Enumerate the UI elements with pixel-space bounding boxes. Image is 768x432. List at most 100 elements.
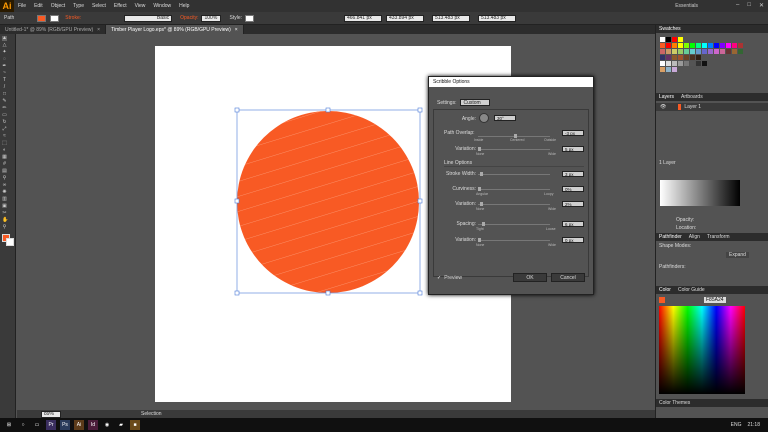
curviness-variation-field[interactable]: 2%	[562, 201, 584, 207]
minimize-icon[interactable]: –	[736, 2, 739, 9]
angle-field[interactable]: 30°	[494, 115, 516, 121]
hex-field[interactable]: F85A24	[704, 297, 726, 303]
free-transform-tool-icon[interactable]: ⬚	[2, 141, 7, 146]
path-overlap-slider[interactable]	[478, 134, 550, 138]
swatch-grid[interactable]	[660, 37, 750, 87]
stroke-width-slider[interactable]	[478, 172, 550, 176]
perspective-grid-tool-icon[interactable]: ▦	[2, 155, 7, 160]
resize-handle[interactable]	[325, 290, 331, 296]
angle-dial[interactable]	[479, 113, 489, 123]
slice-tool-icon[interactable]: ✂	[2, 211, 7, 216]
rotate-tool-icon[interactable]: ↻	[2, 120, 7, 125]
mesh-tool-icon[interactable]: #	[2, 162, 7, 167]
paintbrush-tool-icon[interactable]: ✎	[2, 99, 7, 104]
gradient-preview[interactable]	[660, 180, 740, 206]
tab-swatches[interactable]: Swatches	[659, 26, 681, 32]
graph-tool-icon[interactable]: ▥	[2, 197, 7, 202]
preview-checkbox[interactable]: ✓	[437, 275, 441, 281]
tab-pathfinder[interactable]: Pathfinder	[659, 234, 682, 240]
spacing-variation-field[interactable]: 0 px	[562, 237, 584, 243]
indesign-icon[interactable]: Id	[88, 420, 98, 430]
fill-swatch[interactable]	[37, 14, 47, 22]
resize-handle[interactable]	[234, 198, 240, 204]
preview-row[interactable]: ✓ Preview	[437, 275, 462, 281]
resize-handle[interactable]	[417, 107, 423, 113]
resize-handle[interactable]	[417, 198, 423, 204]
overlap-variation-field[interactable]: 5 px	[562, 146, 584, 152]
close-icon[interactable]: ×	[235, 27, 238, 33]
overlap-variation-slider[interactable]	[478, 147, 550, 151]
settings-dropdown[interactable]: Custom	[460, 99, 491, 106]
eyedropper-tool-icon[interactable]: ⚲	[2, 176, 7, 181]
style-swatch[interactable]	[245, 14, 254, 22]
resize-handle[interactable]	[234, 290, 240, 296]
layer-name[interactable]: Layer 1	[684, 104, 701, 110]
y-field[interactable]: 433.894 px	[386, 14, 424, 22]
stroke-label[interactable]: Stroke:	[65, 15, 81, 21]
tab-color-guide[interactable]: Color Guide	[678, 287, 705, 293]
maximize-icon[interactable]: □	[747, 2, 751, 9]
illustrator-icon[interactable]: Ai	[74, 420, 84, 430]
tab-align[interactable]: Align	[689, 234, 700, 240]
preview-label[interactable]: Preview	[444, 275, 462, 281]
stroke-width-thumb[interactable]	[480, 172, 483, 176]
magic-wand-tool-icon[interactable]: ✦	[2, 50, 7, 55]
zoom-tool-icon[interactable]: ⚲	[2, 225, 7, 230]
visibility-icon[interactable]: 👁	[660, 104, 666, 110]
workspace-switcher[interactable]: Essentials	[675, 3, 698, 9]
spacing-field[interactable]: 6 px	[562, 221, 584, 227]
scribble-circle[interactable]	[230, 104, 426, 300]
stroke-width-field[interactable]: 3 px	[562, 171, 584, 177]
x-field[interactable]: 466.841 px	[344, 14, 382, 22]
tab-transform[interactable]: Transform	[707, 234, 730, 240]
rectangle-tool-icon[interactable]: □	[2, 92, 7, 97]
shape-builder-tool-icon[interactable]: ◐	[2, 148, 7, 153]
type-tool-icon[interactable]: T	[2, 78, 7, 83]
spacing-variation-slider[interactable]	[478, 238, 550, 242]
tab-color[interactable]: Color	[659, 287, 671, 293]
tab-color-themes[interactable]: Color Themes	[659, 400, 690, 406]
curviness-variation-slider[interactable]	[478, 202, 550, 206]
direct-selection-tool-icon[interactable]: △	[2, 43, 7, 48]
width-tool-icon[interactable]: ≈	[2, 134, 7, 139]
search-icon[interactable]: ○	[18, 420, 28, 430]
artboard-tool-icon[interactable]: ▣	[2, 204, 7, 209]
close-icon[interactable]: ×	[97, 27, 100, 33]
h-field[interactable]: 513.483 px	[478, 14, 516, 22]
active-app-icon[interactable]: ■	[130, 420, 140, 430]
curviness-field[interactable]: 0%	[562, 186, 584, 192]
overlap-variation-thumb[interactable]	[478, 147, 481, 151]
windows-start-icon[interactable]: ⊞	[4, 420, 14, 430]
menu-help[interactable]: Help	[179, 3, 189, 9]
eraser-tool-icon[interactable]: ▭	[2, 113, 7, 118]
layer-row[interactable]: 👁 Layer 1	[656, 103, 768, 111]
opacity-field[interactable]: 100%	[201, 14, 222, 22]
close-icon[interactable]: ✕	[759, 2, 764, 9]
zoom-field[interactable]: 89%	[41, 410, 61, 418]
premiere-icon[interactable]: Pr	[46, 420, 56, 430]
stroke-swatch[interactable]	[50, 14, 60, 22]
explorer-icon[interactable]: ▰	[116, 420, 126, 430]
tab-artboards[interactable]: Artboards	[681, 94, 703, 100]
hand-tool-icon[interactable]: ✋	[2, 218, 8, 223]
tab-layers[interactable]: Layers	[659, 94, 674, 100]
menu-object[interactable]: Object	[51, 3, 65, 9]
cancel-button[interactable]: Cancel	[551, 273, 585, 282]
clock[interactable]: 21:18	[747, 422, 760, 428]
chrome-icon[interactable]: ◉	[102, 420, 112, 430]
selection-tool-icon[interactable]: ▲	[2, 36, 7, 41]
menu-select[interactable]: Select	[92, 3, 106, 9]
resize-handle[interactable]	[417, 290, 423, 296]
menu-window[interactable]: Window	[153, 3, 171, 9]
color-spectrum[interactable]	[659, 306, 745, 394]
menu-type[interactable]: Type	[73, 3, 84, 9]
w-field[interactable]: 513.483 px	[432, 14, 470, 22]
current-fill-chip[interactable]	[659, 297, 665, 303]
expand-button[interactable]: Expand	[726, 252, 749, 258]
symbol-sprayer-tool-icon[interactable]: ✺	[2, 190, 7, 195]
curvature-tool-icon[interactable]: ~	[2, 71, 7, 76]
tab-untitled[interactable]: Untitled-1* @ 89% (RGB/GPU Preview) ×	[0, 25, 107, 34]
curviness-thumb[interactable]	[478, 187, 481, 191]
language-indicator[interactable]: ENG	[731, 422, 742, 428]
pencil-tool-icon[interactable]: ✏	[2, 106, 7, 111]
